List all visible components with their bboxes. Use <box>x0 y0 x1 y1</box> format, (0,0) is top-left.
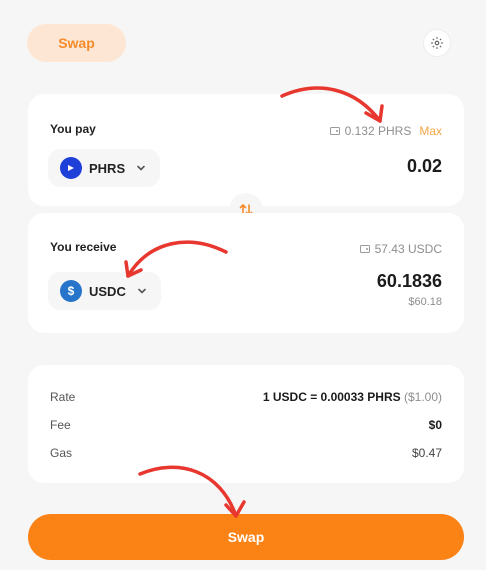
fee-row: Fee $0 <box>50 418 442 432</box>
rate-row: Rate 1 USDC = 0.00033 PHRS ($1.00) <box>50 390 442 404</box>
fee-value: $0 <box>428 418 442 432</box>
max-button[interactable]: Max <box>419 124 442 138</box>
receive-token-select[interactable]: $ USDC <box>48 272 161 310</box>
receive-token-symbol: USDC <box>89 283 126 299</box>
fee-label: Fee <box>50 418 71 432</box>
gas-label: Gas <box>50 446 73 460</box>
pay-balance-value: 0.132 PHRS <box>344 124 412 138</box>
pay-card: You pay 0.132 PHRS Max PHRS 0.02 <box>28 94 464 206</box>
receive-amount-usd: $60.18 <box>408 296 442 308</box>
chevron-down-icon <box>137 165 145 171</box>
receive-label: You receive <box>50 240 117 254</box>
pay-balance: 0.132 PHRS Max <box>329 124 442 138</box>
swap-button[interactable]: Swap <box>28 514 464 560</box>
rate-value: 1 USDC = 0.00033 PHRS ($1.00) <box>263 390 442 404</box>
receive-amount: 60.1836 <box>376 271 442 291</box>
usdc-token-icon: $ <box>60 280 82 302</box>
pay-token-symbol: PHRS <box>89 160 126 176</box>
receive-card: You receive 57.43 USDC $ USDC 60.1836 $6… <box>28 213 464 333</box>
phrs-token-icon <box>60 157 82 179</box>
wallet-icon <box>329 127 340 135</box>
tab-swap[interactable]: Swap <box>27 24 126 62</box>
gas-value: $0.47 <box>411 446 442 460</box>
rate-label: Rate <box>50 390 76 404</box>
gas-row: Gas $0.47 <box>50 446 442 460</box>
rate-text: 1 USDC = 0.00033 PHRS <box>262 390 401 404</box>
gear-icon <box>431 37 443 49</box>
receive-balance-value: 57.43 USDC <box>374 242 442 256</box>
settings-button[interactable] <box>423 29 451 57</box>
pay-label: You pay <box>50 122 96 136</box>
chevron-down-icon <box>138 288 146 294</box>
pay-amount-input[interactable]: 0.02 <box>407 156 442 177</box>
pay-token-select[interactable]: PHRS <box>48 149 161 187</box>
swap-details-card: Rate 1 USDC = 0.00033 PHRS ($1.00) Fee $… <box>28 365 464 483</box>
wallet-icon <box>359 245 370 253</box>
rate-usd: ($1.00) <box>403 390 442 404</box>
receive-balance: 57.43 USDC <box>359 242 442 256</box>
